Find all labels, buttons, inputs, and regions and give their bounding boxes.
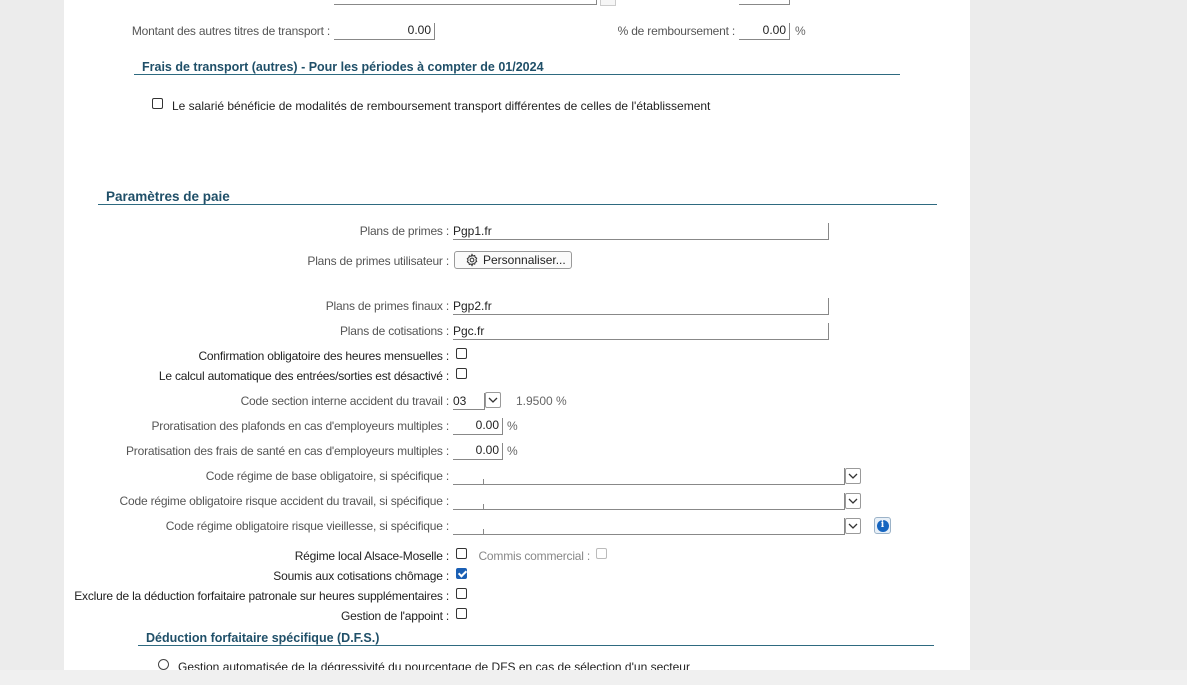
info-icon: i	[876, 519, 889, 532]
code-regime-vieillesse-label: Code régime obligatoire risque vieilless…	[165, 519, 449, 533]
exclure-deduction-checkbox[interactable]	[456, 588, 467, 599]
calcul-auto-label: Le calcul automatique des entrées/sortie…	[158, 369, 449, 383]
soumis-chomage-label: Soumis aux cotisations chômage :	[273, 569, 449, 583]
code-regime-base-divider	[483, 479, 484, 484]
plans-primes-finaux-value: Pgp2.fr	[453, 299, 492, 313]
code-section-rate: 1.9500 %	[516, 394, 567, 408]
plans-primes-utilisateur-label: Plans de primes utilisateur :	[307, 254, 449, 268]
plans-primes-label: Plans de primes :	[359, 224, 450, 238]
proratisation-sante-label: Proratisation des frais de santé en cas …	[126, 444, 449, 458]
code-regime-base-label: Code régime de base obligatoire, si spéc…	[205, 469, 449, 483]
frais-transport-autres-divider	[134, 74, 900, 75]
montant-autres-input[interactable]: 0.00	[334, 23, 435, 40]
code-section-select[interactable]: 03	[453, 393, 485, 410]
form-panel: Montant des autres titres de transport :…	[64, 0, 970, 670]
plans-cotisations-value: Pgc.fr	[453, 324, 485, 338]
code-regime-base-dropdown-button[interactable]	[845, 468, 861, 484]
code-regime-vieillesse-divider	[483, 529, 484, 534]
frais-transport-autres-title: Frais de transport (autres) - Pour les p…	[142, 60, 544, 74]
commis-commercial-checkbox[interactable]	[596, 548, 607, 559]
plans-cotisations-label: Plans de cotisations :	[340, 324, 449, 338]
exclure-deduction-label: Exclure de la déduction forfaitaire patr…	[74, 589, 449, 603]
commis-commercial-label: Commis commercial :	[478, 549, 590, 563]
montant-autres-label: Montant des autres titres de transport :	[131, 24, 330, 38]
clipped-field-left[interactable]	[334, 0, 597, 5]
proratisation-plafonds-input[interactable]: 0.00	[453, 418, 503, 435]
plans-cotisations-input[interactable]: Pgc.fr	[453, 323, 829, 340]
proratisation-sante-input[interactable]: 0.00	[453, 443, 503, 460]
code-regime-at-select[interactable]	[453, 493, 845, 510]
regime-local-checkbox[interactable]	[456, 548, 467, 559]
plans-primes-value: Pgp1.fr	[453, 224, 492, 238]
code-section-label: Code section interne accident du travail…	[240, 394, 450, 408]
gestion-appoint-checkbox[interactable]	[456, 608, 467, 619]
proratisation-plafonds-label: Proratisation des plafonds en cas d'empl…	[151, 419, 449, 433]
code-regime-vieillesse-select[interactable]	[453, 518, 845, 535]
dfs-title: Déduction forfaitaire spécifique (D.F.S.…	[146, 631, 380, 645]
confirmation-heures-checkbox[interactable]	[456, 348, 467, 359]
calcul-auto-checkbox[interactable]	[456, 368, 467, 379]
parametres-paie-divider	[98, 204, 937, 205]
gear-icon	[466, 253, 478, 267]
modalites-remboursement-checkbox[interactable]	[152, 98, 163, 109]
pct-remboursement-unit: %	[795, 24, 806, 38]
proratisation-sante-unit: %	[507, 444, 518, 458]
code-regime-at-dropdown-button[interactable]	[845, 493, 861, 509]
confirmation-heures-label: Confirmation obligatoire des heures mens…	[198, 349, 449, 363]
code-regime-at-divider	[483, 504, 484, 509]
dfs-automatisee-label: Gestion automatisée de la dégressivité d…	[178, 660, 690, 670]
plans-primes-finaux-input[interactable]: Pgp2.fr	[453, 298, 829, 315]
chevron-down-icon	[848, 473, 858, 479]
pct-remboursement-input[interactable]: 0.00	[739, 23, 790, 40]
modalites-remboursement-label: Le salarié bénéficie de modalités de rem…	[172, 99, 711, 113]
regime-local-label: Régime local Alsace-Moselle :	[294, 549, 449, 563]
info-button[interactable]: i	[874, 517, 891, 534]
pct-remboursement-label: % de remboursement :	[617, 24, 736, 38]
personnaliser-button[interactable]: Personnaliser...	[454, 251, 572, 269]
chevron-down-icon	[848, 523, 858, 529]
personnaliser-label: Personnaliser...	[483, 253, 566, 267]
proratisation-plafonds-unit: %	[507, 419, 518, 433]
soumis-chomage-checkbox[interactable]	[456, 568, 467, 579]
chevron-down-icon	[848, 498, 858, 504]
dfs-automatisee-radio[interactable]	[158, 659, 169, 670]
plans-primes-input[interactable]: Pgp1.fr	[453, 223, 829, 240]
code-section-dropdown-button[interactable]	[485, 392, 501, 408]
code-section-value: 03	[453, 394, 467, 408]
code-regime-at-label: Code régime obligatoire risque accident …	[119, 494, 450, 508]
code-regime-base-select[interactable]	[453, 468, 845, 485]
code-regime-vieillesse-dropdown-button[interactable]	[845, 518, 861, 534]
chevron-down-icon	[488, 397, 498, 403]
dfs-divider	[138, 645, 934, 646]
clipped-field-right[interactable]	[739, 0, 790, 5]
clipped-field-left-button[interactable]	[600, 0, 616, 6]
bottom-bar	[0, 670, 1187, 685]
plans-primes-finaux-label: Plans de primes finaux :	[325, 299, 449, 313]
gestion-appoint-label: Gestion de l'appoint :	[341, 609, 449, 623]
parametres-paie-title: Paramètres de paie	[106, 189, 230, 204]
